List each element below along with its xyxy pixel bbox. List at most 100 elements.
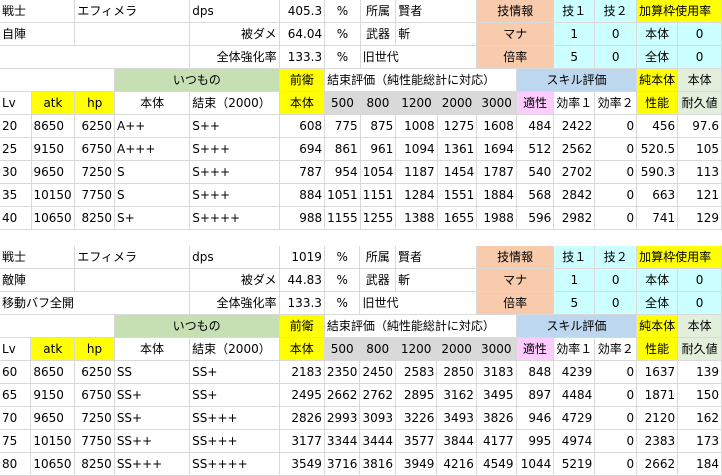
all-label[interactable]: 全体 <box>636 291 679 315</box>
data-cell[interactable]: 8650 <box>31 114 76 138</box>
data-cell[interactable]: 663 <box>636 183 679 207</box>
strength-label[interactable]: 全体強化率 <box>189 45 280 69</box>
data-cell[interactable]: 4549 <box>476 452 517 476</box>
data-cell[interactable]: 861 <box>324 137 361 161</box>
data-cell[interactable]: 1361 <box>437 137 478 161</box>
data-cell[interactable]: 0 <box>594 183 638 207</box>
data-cell[interactable]: 3344 <box>324 429 361 453</box>
data-cell[interactable]: 6750 <box>74 383 115 407</box>
col-1200[interactable]: 1200 <box>395 91 438 115</box>
affil-label[interactable]: 所属 <box>360 0 397 23</box>
multiplier-label[interactable]: 倍率 <box>476 291 555 315</box>
damage-label[interactable]: 被ダメ <box>189 22 280 46</box>
col-perf[interactable]: 性能 <box>636 337 679 361</box>
data-cell[interactable]: 787 <box>279 160 326 184</box>
data-cell[interactable]: 7250 <box>74 160 116 184</box>
data-cell[interactable]: 946 <box>516 406 555 430</box>
multiplier-skill1[interactable]: 5 <box>553 291 596 315</box>
skill1-header[interactable]: 技１ <box>553 246 596 269</box>
bond-eval-header[interactable]: 結束評価（純性能総計に対応） <box>324 68 517 92</box>
data-cell[interactable]: SS++ <box>114 429 191 453</box>
data-cell[interactable]: 741 <box>636 206 679 230</box>
data-cell[interactable]: 1454 <box>437 160 478 184</box>
data-cell[interactable]: 2583 <box>395 360 438 384</box>
pct-cell[interactable]: % <box>324 291 361 315</box>
multiplier-skill1[interactable]: 5 <box>553 45 596 69</box>
data-cell[interactable]: 1008 <box>395 114 438 138</box>
col-eff1[interactable]: 効率１ <box>553 337 596 361</box>
data-cell[interactable]: 0 <box>594 206 638 230</box>
data-cell[interactable]: 3549 <box>279 452 325 476</box>
data-cell[interactable]: S <box>114 160 191 184</box>
all-label[interactable]: 全体 <box>636 45 679 69</box>
data-cell[interactable]: 30 <box>0 160 32 184</box>
col-800[interactable]: 800 <box>360 91 397 115</box>
skill-eval-header[interactable]: スキル評価 <box>516 314 638 338</box>
front-header[interactable]: 前衛 <box>279 314 325 338</box>
data-cell[interactable]: 590.3 <box>636 160 679 184</box>
weapon-value[interactable]: 斬 <box>395 22 478 46</box>
data-cell[interactable]: 60 <box>0 360 32 384</box>
data-cell[interactable]: 129 <box>677 206 722 230</box>
data-cell[interactable]: 884 <box>279 183 326 207</box>
weapon-label[interactable]: 武器 <box>359 268 396 292</box>
mana-skill1[interactable]: 1 <box>553 22 596 46</box>
data-cell[interactable]: 2850 <box>436 360 477 384</box>
data-cell[interactable]: 3949 <box>395 452 438 476</box>
data-cell[interactable]: 0 <box>594 383 638 407</box>
data-cell[interactable]: 6250 <box>74 360 115 384</box>
col-fit[interactable]: 適性 <box>516 337 555 361</box>
base-value[interactable]: 0 <box>677 22 722 46</box>
data-cell[interactable]: 596 <box>516 206 555 230</box>
data-cell[interactable]: 121 <box>677 183 722 207</box>
skill2-header[interactable]: 技２ <box>594 0 638 23</box>
data-cell[interactable]: SS++++ <box>189 452 280 476</box>
data-cell[interactable]: 1255 <box>360 206 397 230</box>
data-cell[interactable]: 4177 <box>476 429 517 453</box>
data-cell[interactable]: 540 <box>516 160 555 184</box>
data-cell[interactable]: 2842 <box>553 183 596 207</box>
data-cell[interactable]: 0 <box>594 137 638 161</box>
data-cell[interactable]: 0 <box>594 406 638 430</box>
data-cell[interactable]: 954 <box>324 160 361 184</box>
data-cell[interactable]: 1155 <box>324 206 361 230</box>
col-2000[interactable]: 2000 <box>437 91 478 115</box>
col-hp[interactable]: hp <box>74 91 116 115</box>
data-cell[interactable]: 3716 <box>324 452 361 476</box>
skill-eval-header[interactable]: スキル評価 <box>516 68 638 92</box>
data-cell[interactable]: 2450 <box>359 360 396 384</box>
multiplier-skill2[interactable]: 0 <box>594 291 638 315</box>
col-hp[interactable]: hp <box>74 337 115 361</box>
name-cell[interactable]: エフィメラ <box>74 246 191 269</box>
pct-cell[interactable]: % <box>324 45 361 69</box>
mode-cell[interactable] <box>0 45 191 69</box>
data-cell[interactable]: 3093 <box>359 406 396 430</box>
data-cell[interactable]: 80 <box>0 452 32 476</box>
strength-value[interactable]: 133.3 <box>279 291 325 315</box>
col-perf[interactable]: 性能 <box>636 91 679 115</box>
data-cell[interactable]: S+ <box>114 206 191 230</box>
affil-value[interactable]: 賢者 <box>395 0 478 23</box>
col-3000[interactable]: 3000 <box>476 337 517 361</box>
data-cell[interactable]: 1637 <box>636 360 679 384</box>
data-cell[interactable]: 1694 <box>476 137 517 161</box>
data-cell[interactable]: 1988 <box>476 206 517 230</box>
damage-value[interactable]: 64.04 <box>279 22 326 46</box>
generation-label[interactable]: 旧世代 <box>359 291 477 315</box>
affil-label[interactable]: 所属 <box>359 246 396 269</box>
mode-cell[interactable]: 移動バフ全開 <box>0 291 191 315</box>
pure-body-header[interactable]: 純本体 <box>636 314 679 338</box>
name-cell[interactable]: エフィメラ <box>74 0 191 23</box>
data-cell[interactable]: 2993 <box>324 406 361 430</box>
data-cell[interactable]: 0 <box>594 429 638 453</box>
data-cell[interactable]: 2826 <box>279 406 325 430</box>
data-cell[interactable]: 1151 <box>360 183 397 207</box>
data-cell[interactable]: SS+++ <box>189 406 280 430</box>
col-eff2[interactable]: 効率２ <box>594 91 638 115</box>
weapon-value[interactable]: 斬 <box>395 268 477 292</box>
side-cell[interactable]: 自陣 <box>0 22 76 46</box>
bond-eval-header[interactable]: 結束評価（純性能総計に対応） <box>324 314 517 338</box>
data-cell[interactable]: 113 <box>677 160 722 184</box>
data-cell[interactable]: 7250 <box>74 406 115 430</box>
data-cell[interactable]: 897 <box>516 383 555 407</box>
